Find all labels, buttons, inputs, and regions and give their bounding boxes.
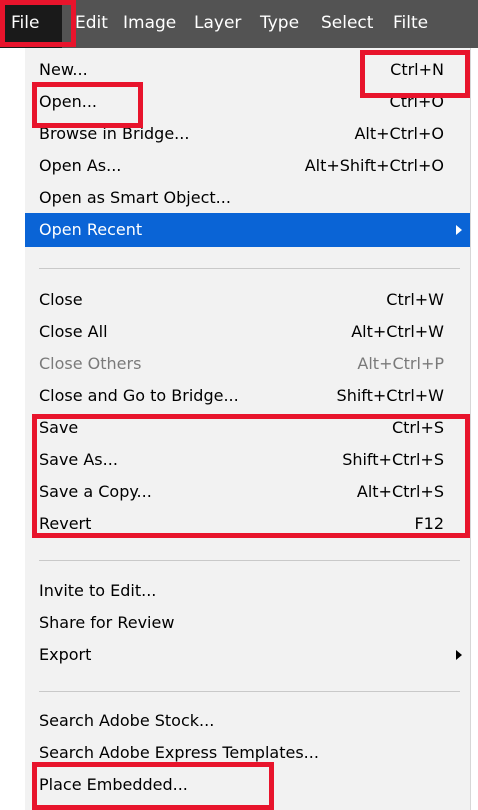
menu-item-label: Invite to Edit...: [39, 581, 157, 600]
file-menu-dropdown: New... Ctrl+N Open... Ctrl+O Browse in B…: [25, 48, 470, 810]
menu-item-open-as-smart-object[interactable]: Open as Smart Object...: [25, 181, 470, 215]
menu-item-label: Save As...: [39, 450, 118, 469]
menu-item-save-as[interactable]: Save As... Shift+Ctrl+S: [25, 443, 470, 477]
menu-item-label: Open as Smart Object...: [39, 188, 231, 207]
menu-item-label: Save a Copy...: [39, 482, 152, 501]
menu-item-new[interactable]: New... Ctrl+N: [25, 53, 470, 87]
menu-item-label: Revert: [39, 514, 92, 533]
menu-item-label: New...: [39, 60, 88, 79]
shortcut-label: Shift+Ctrl+W: [336, 386, 444, 405]
menu-item-label: Close Others: [39, 354, 142, 373]
menu-item-share-for-review[interactable]: Share for Review: [25, 606, 470, 640]
shortcut-label: Alt+Ctrl+S: [356, 482, 444, 501]
menu-item-open-as[interactable]: Open As... Alt+Shift+Ctrl+O: [25, 149, 470, 183]
submenu-arrow-icon: [456, 650, 462, 660]
menu-item-search-adobe-express-templates[interactable]: Search Adobe Express Templates...: [25, 736, 470, 770]
shortcut-label: Ctrl+N: [390, 60, 444, 79]
menu-separator: [39, 268, 460, 269]
shortcut-label: Ctrl+S: [391, 418, 444, 437]
screenshot: File Edit Image Layer Type Select Filte …: [0, 0, 478, 810]
menu-item-save[interactable]: Save Ctrl+S: [25, 411, 470, 445]
menu-item-open-recent[interactable]: Open Recent: [25, 213, 470, 247]
menu-item-label: Save: [39, 418, 79, 437]
menu-item-label: Place Embedded...: [39, 775, 188, 794]
shortcut-label: Alt+Ctrl+W: [351, 322, 444, 341]
menu-bar: File Edit Image Layer Type Select Filte: [0, 0, 478, 48]
menu-item-label: Close and Go to Bridge...: [39, 386, 239, 405]
menu-item-label: Share for Review: [39, 613, 175, 632]
shortcut-label: Shift+Ctrl+S: [342, 450, 444, 469]
shortcut-label: Ctrl+O: [389, 92, 444, 111]
menu-item-close-all[interactable]: Close All Alt+Ctrl+W: [25, 315, 470, 349]
menu-item-label: Close: [39, 290, 83, 309]
menu-item-label: Close All: [39, 322, 108, 341]
menu-item-label: Browse in Bridge...: [39, 124, 190, 143]
menu-item-revert[interactable]: Revert F12: [25, 507, 470, 541]
submenu-arrow-icon: [456, 225, 462, 235]
menu-item-label: Search Adobe Express Templates...: [39, 743, 319, 762]
menu-layer[interactable]: Layer: [194, 0, 241, 48]
menu-edit[interactable]: Edit: [75, 0, 108, 48]
shortcut-label: Ctrl+W: [386, 290, 444, 309]
menu-select[interactable]: Select: [321, 0, 373, 48]
menu-item-close[interactable]: Close Ctrl+W: [25, 283, 470, 317]
menu-image[interactable]: Image: [123, 0, 176, 48]
menu-item-label: Open Recent: [39, 220, 143, 239]
menu-item-invite-to-edit[interactable]: Invite to Edit...: [25, 574, 470, 608]
menu-file[interactable]: File: [0, 0, 62, 48]
menu-item-label: Search Adobe Stock...: [39, 711, 215, 730]
menu-separator: [39, 560, 460, 561]
shortcut-label: Alt+Ctrl+P: [357, 354, 444, 373]
menu-item-close-others: Close Others Alt+Ctrl+P: [25, 347, 470, 381]
menu-item-browse-in-bridge[interactable]: Browse in Bridge... Alt+Ctrl+O: [25, 117, 470, 151]
menu-item-place-embedded[interactable]: Place Embedded...: [25, 768, 470, 802]
menu-item-label: Open As...: [39, 156, 122, 175]
menu-type[interactable]: Type: [260, 0, 299, 48]
menu-item-save-a-copy[interactable]: Save a Copy... Alt+Ctrl+S: [25, 475, 470, 509]
shortcut-label: Alt+Ctrl+O: [354, 124, 444, 143]
window-edge: [470, 48, 478, 810]
menu-item-close-and-go-to-bridge[interactable]: Close and Go to Bridge... Shift+Ctrl+W: [25, 379, 470, 413]
menu-item-label: Export: [39, 645, 92, 664]
shortcut-label: F12: [414, 514, 444, 533]
menu-filter[interactable]: Filte: [393, 0, 428, 48]
menu-item-export[interactable]: Export: [25, 638, 470, 672]
menu-separator: [39, 691, 460, 692]
menu-item-label: Open...: [39, 92, 97, 111]
menu-item-search-adobe-stock[interactable]: Search Adobe Stock...: [25, 704, 470, 738]
menu-item-open[interactable]: Open... Ctrl+O: [25, 85, 470, 119]
shortcut-label: Alt+Shift+Ctrl+O: [304, 156, 444, 175]
